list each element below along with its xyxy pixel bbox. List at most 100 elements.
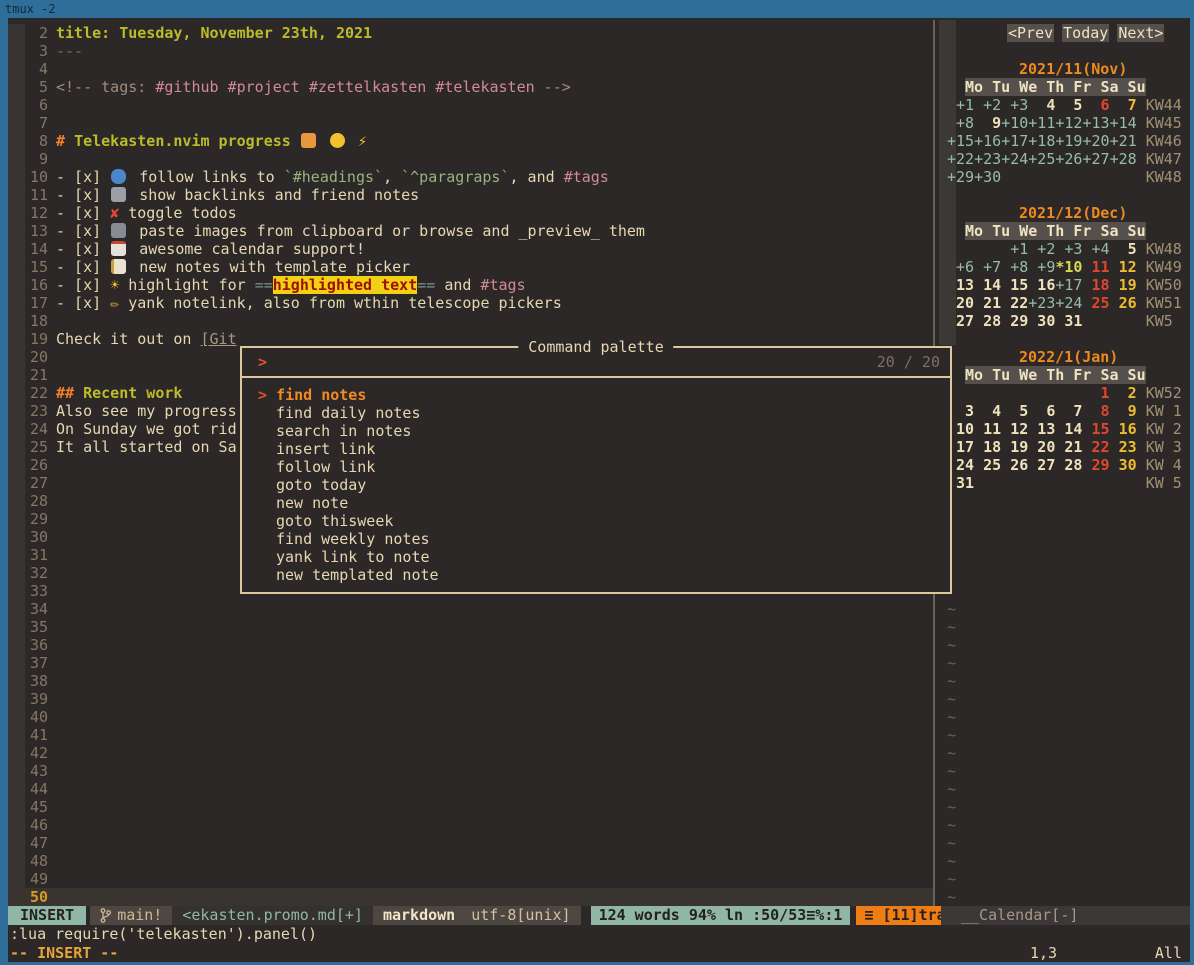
- editor-line[interactable]: 50: [8, 888, 933, 906]
- palette-item[interactable]: find weekly notes: [242, 530, 950, 548]
- editor-line[interactable]: 44: [8, 780, 933, 798]
- palette-item[interactable]: goto thisweek: [242, 512, 950, 530]
- calendar-day[interactable]: +9: [1028, 258, 1055, 276]
- editor-line[interactable]: 14- [x] awesome calendar support!: [8, 240, 933, 258]
- calendar-day[interactable]: +20: [1082, 132, 1109, 150]
- calendar-day[interactable]: 22: [1082, 438, 1109, 456]
- editor-line[interactable]: 43: [8, 762, 933, 780]
- calendar-day[interactable]: 26: [1001, 456, 1028, 474]
- calendar-day[interactable]: +24: [1001, 150, 1028, 168]
- calendar-day[interactable]: 7: [1055, 402, 1082, 420]
- calendar-day[interactable]: +22: [947, 150, 974, 168]
- calendar-day[interactable]: 14: [1055, 420, 1082, 438]
- calendar-day[interactable]: +19: [1055, 132, 1082, 150]
- calendar-day[interactable]: 26: [1110, 294, 1137, 312]
- editor-line[interactable]: 45: [8, 798, 933, 816]
- editor-line[interactable]: 12- [x] ✘ toggle todos: [8, 204, 933, 222]
- calendar-day[interactable]: 8: [1082, 402, 1109, 420]
- palette-item[interactable]: new note: [242, 494, 950, 512]
- editor-line[interactable]: 2title: Tuesday, November 23th, 2021: [8, 24, 933, 42]
- calendar-day[interactable]: 18: [1082, 276, 1109, 294]
- editor-line[interactable]: 35: [8, 618, 933, 636]
- calendar-day[interactable]: 22: [1001, 294, 1028, 312]
- palette-item-selected[interactable]: > find notes: [242, 386, 950, 404]
- calendar-day[interactable]: 25: [974, 456, 1001, 474]
- editor-line[interactable]: 8# Telekasten.nvim progress ⚡: [8, 132, 933, 150]
- calendar-nav-button[interactable]: Next>: [1117, 24, 1164, 42]
- editor-line[interactable]: 16- [x] ☀ highlight for ==highlighted te…: [8, 276, 933, 294]
- calendar-day[interactable]: 30: [1028, 312, 1055, 330]
- calendar-day[interactable]: +30: [974, 168, 1001, 186]
- palette-item[interactable]: goto today: [242, 476, 950, 494]
- editor-line[interactable]: 40: [8, 708, 933, 726]
- editor-line[interactable]: 49: [8, 870, 933, 888]
- calendar-day[interactable]: +8: [1001, 258, 1028, 276]
- calendar-day[interactable]: +17: [1001, 132, 1028, 150]
- calendar-day[interactable]: +1: [1001, 240, 1028, 258]
- editor-line[interactable]: 36: [8, 636, 933, 654]
- calendar-nav-button[interactable]: <Prev: [1007, 24, 1054, 42]
- editor-line[interactable]: 11- [x] show backlinks and friend notes: [8, 186, 933, 204]
- palette-item[interactable]: follow link: [242, 458, 950, 476]
- editor-line[interactable]: 7: [8, 114, 933, 132]
- editor-line[interactable]: 48: [8, 852, 933, 870]
- calendar-day[interactable]: 1: [1082, 384, 1109, 402]
- editor-line[interactable]: 39: [8, 690, 933, 708]
- calendar-day[interactable]: +6: [947, 258, 974, 276]
- editor-line[interactable]: 9: [8, 150, 933, 168]
- calendar-day[interactable]: +4: [1082, 240, 1109, 258]
- calendar-day[interactable]: 12: [1001, 420, 1028, 438]
- calendar-day[interactable]: 15: [1082, 420, 1109, 438]
- editor-line[interactable]: 47: [8, 834, 933, 852]
- calendar-day[interactable]: *10: [1055, 258, 1082, 276]
- calendar-day[interactable]: +24: [1055, 294, 1082, 312]
- calendar-day[interactable]: +2: [974, 96, 1001, 114]
- calendar-day[interactable]: +12: [1055, 114, 1082, 132]
- palette-item[interactable]: insert link: [242, 440, 950, 458]
- calendar-day[interactable]: +25: [1028, 150, 1055, 168]
- calendar-day[interactable]: 27: [1028, 456, 1055, 474]
- calendar-day[interactable]: +8: [947, 114, 974, 132]
- calendar-day[interactable]: +14: [1110, 114, 1137, 132]
- calendar-day[interactable]: 2: [1110, 384, 1137, 402]
- editor-line[interactable]: 18: [8, 312, 933, 330]
- command-line[interactable]: :lua require('telekasten').panel(): [8, 925, 1190, 944]
- calendar-day[interactable]: 25: [1082, 294, 1109, 312]
- calendar-day[interactable]: +26: [1055, 150, 1082, 168]
- calendar-day[interactable]: 11: [974, 420, 1001, 438]
- palette-prompt[interactable]: > 20 / 20: [242, 348, 950, 378]
- calendar-day[interactable]: 29: [1082, 456, 1109, 474]
- calendar-day[interactable]: 16: [1110, 420, 1137, 438]
- calendar-day[interactable]: +23: [1028, 294, 1055, 312]
- editor-line[interactable]: 13- [x] paste images from clipboard or b…: [8, 222, 933, 240]
- calendar-day[interactable]: +18: [1028, 132, 1055, 150]
- calendar-day[interactable]: +28: [1110, 150, 1137, 168]
- palette-item[interactable]: find daily notes: [242, 404, 950, 422]
- calendar-day[interactable]: +15: [947, 132, 974, 150]
- calendar-day[interactable]: 19: [1001, 438, 1028, 456]
- calendar-day[interactable]: 13: [947, 276, 974, 294]
- calendar-day[interactable]: +23: [974, 150, 1001, 168]
- calendar-day[interactable]: +3: [1001, 96, 1028, 114]
- calendar-day[interactable]: 18: [974, 438, 1001, 456]
- calendar-day[interactable]: 28: [1055, 456, 1082, 474]
- calendar-day[interactable]: 5: [1055, 96, 1082, 114]
- calendar-day[interactable]: 31: [1055, 312, 1082, 330]
- palette-item[interactable]: new templated note: [242, 566, 950, 584]
- calendar-day[interactable]: +7: [974, 258, 1001, 276]
- calendar-day[interactable]: 29: [1001, 312, 1028, 330]
- editor-line[interactable]: 5<!-- tags: #github #project #zettelkast…: [8, 78, 933, 96]
- calendar-day[interactable]: +11: [1028, 114, 1055, 132]
- calendar-day[interactable]: 20: [947, 294, 974, 312]
- calendar-day[interactable]: 30: [1110, 456, 1137, 474]
- calendar-day[interactable]: 7: [1110, 96, 1137, 114]
- calendar-day[interactable]: +1: [947, 96, 974, 114]
- editor-line[interactable]: 34: [8, 600, 933, 618]
- calendar-day[interactable]: 23: [1110, 438, 1137, 456]
- editor-line[interactable]: 4: [8, 60, 933, 78]
- calendar-day[interactable]: 4: [1028, 96, 1055, 114]
- editor-line[interactable]: 3---: [8, 42, 933, 60]
- calendar-day[interactable]: +16: [974, 132, 1001, 150]
- calendar-day[interactable]: 28: [974, 312, 1001, 330]
- editor-line[interactable]: 46: [8, 816, 933, 834]
